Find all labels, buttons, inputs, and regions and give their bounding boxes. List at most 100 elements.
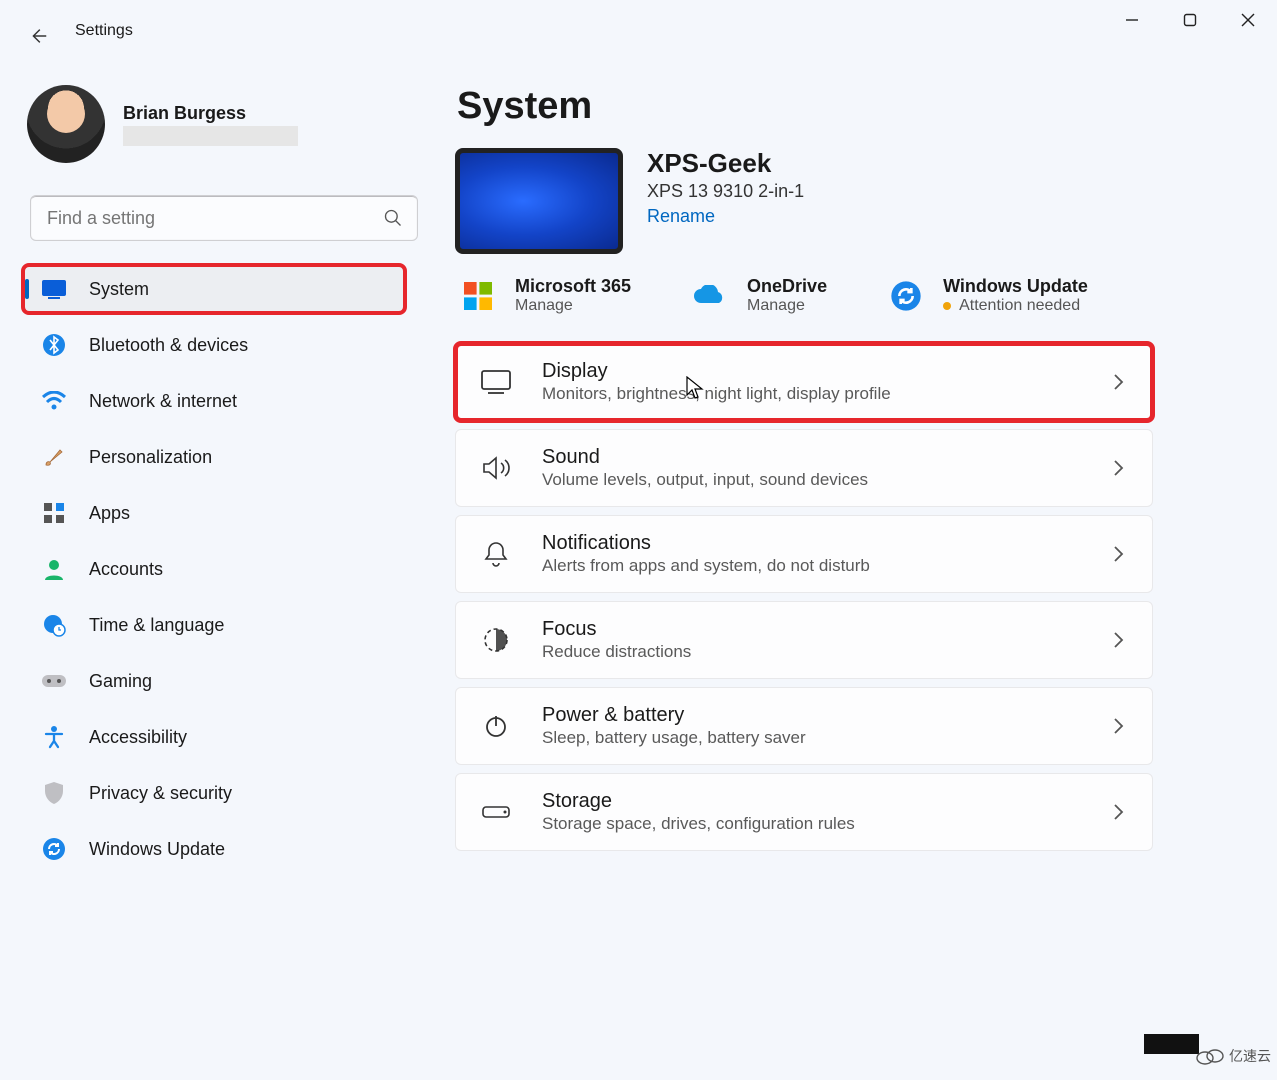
watermark: 亿速云	[1121, 1038, 1271, 1074]
quick-sub: Manage	[747, 297, 827, 315]
rename-link[interactable]: Rename	[647, 206, 715, 227]
accessibility-icon	[41, 724, 67, 750]
card-title: Storage	[542, 790, 1084, 813]
card-sub: Monitors, brightness, night light, displ…	[542, 384, 1084, 404]
update-icon	[41, 836, 67, 862]
quick-links: Microsoft 365Manage OneDriveManage Windo…	[459, 276, 1257, 315]
quick-update[interactable]: Windows UpdateAttention needed	[887, 276, 1088, 315]
sidebar-item-label: Bluetooth & devices	[89, 335, 248, 356]
system-icon	[41, 276, 67, 302]
sidebar-item-network[interactable]: Network & internet	[23, 377, 405, 425]
app-title: Settings	[75, 22, 133, 40]
card-storage[interactable]: StorageStorage space, drives, configurat…	[455, 773, 1153, 851]
quick-m365[interactable]: Microsoft 365Manage	[459, 276, 631, 315]
m365-icon	[459, 277, 497, 315]
display-icon	[478, 364, 514, 400]
card-notifications[interactable]: NotificationsAlerts from apps and system…	[455, 515, 1153, 593]
chevron-right-icon	[1112, 545, 1130, 563]
sidebar-item-privacy[interactable]: Privacy & security	[23, 769, 405, 817]
card-sub: Reduce distractions	[542, 642, 1084, 662]
card-title: Display	[542, 360, 1084, 383]
chevron-right-icon	[1112, 373, 1130, 391]
search-icon	[383, 208, 403, 228]
globe-clock-icon	[41, 612, 67, 638]
sidebar-item-update[interactable]: Windows Update	[23, 825, 405, 873]
main-content: System XPS-Geek XPS 13 9310 2-in-1 Renam…	[455, 85, 1257, 1080]
window-controls	[1103, 0, 1277, 40]
search-input[interactable]	[45, 207, 383, 230]
chevron-right-icon	[1112, 717, 1130, 735]
sidebar-item-time[interactable]: Time & language	[23, 601, 405, 649]
back-button[interactable]	[20, 18, 56, 54]
wifi-icon	[41, 388, 67, 414]
user-name: Brian Burgess	[123, 103, 298, 124]
quick-sub: Manage	[515, 297, 631, 315]
user-email-redacted	[123, 126, 298, 146]
chevron-right-icon	[1112, 459, 1130, 477]
sidebar-item-bluetooth[interactable]: Bluetooth & devices	[23, 321, 405, 369]
quick-title: OneDrive	[747, 276, 827, 297]
sidebar-item-system[interactable]: System	[23, 265, 405, 313]
card-title: Focus	[542, 618, 1084, 641]
device-thumbnail	[455, 148, 623, 254]
sound-icon	[478, 450, 514, 486]
shield-icon	[41, 780, 67, 806]
sidebar-item-label: Accessibility	[89, 727, 187, 748]
close-button[interactable]	[1219, 0, 1277, 40]
sidebar-item-label: Network & internet	[89, 391, 237, 412]
maximize-button[interactable]	[1161, 0, 1219, 40]
device-summary: XPS-Geek XPS 13 9310 2-in-1 Rename	[455, 148, 1257, 254]
nav-list: System Bluetooth & devices Network & int…	[23, 265, 425, 873]
sidebar-item-gaming[interactable]: Gaming	[23, 657, 405, 705]
quick-sub: Attention needed	[943, 297, 1088, 315]
quick-onedrive[interactable]: OneDriveManage	[691, 276, 827, 315]
quick-title: Microsoft 365	[515, 276, 631, 297]
sidebar-item-label: Privacy & security	[89, 783, 232, 804]
person-icon	[41, 556, 67, 582]
device-model: XPS 13 9310 2-in-1	[647, 181, 804, 202]
avatar	[27, 85, 105, 163]
chevron-right-icon	[1112, 803, 1130, 821]
search-box[interactable]	[30, 195, 418, 241]
sidebar-item-label: System	[89, 279, 149, 300]
page-title: System	[457, 85, 1257, 128]
card-sub: Alerts from apps and system, do not dist…	[542, 556, 1084, 576]
power-icon	[478, 708, 514, 744]
sidebar-item-apps[interactable]: Apps	[23, 489, 405, 537]
storage-icon	[478, 794, 514, 830]
card-title: Power & battery	[542, 704, 1084, 727]
card-power[interactable]: Power & batterySleep, battery usage, bat…	[455, 687, 1153, 765]
sidebar: Brian Burgess System Bluetooth & devices…	[0, 80, 425, 873]
paintbrush-icon	[41, 444, 67, 470]
watermark-text: 亿速云	[1229, 1046, 1271, 1066]
card-title: Sound	[542, 446, 1084, 469]
focus-icon	[478, 622, 514, 658]
apps-icon	[41, 500, 67, 526]
sidebar-item-label: Windows Update	[89, 839, 225, 860]
card-sub: Storage space, drives, configuration rul…	[542, 814, 1084, 834]
user-profile[interactable]: Brian Burgess	[5, 80, 425, 173]
sidebar-item-label: Apps	[89, 503, 130, 524]
bell-icon	[478, 536, 514, 572]
sidebar-item-personalization[interactable]: Personalization	[23, 433, 405, 481]
card-sound[interactable]: SoundVolume levels, output, input, sound…	[455, 429, 1153, 507]
sidebar-item-accounts[interactable]: Accounts	[23, 545, 405, 593]
card-sub: Sleep, battery usage, battery saver	[542, 728, 1084, 748]
chevron-right-icon	[1112, 631, 1130, 649]
minimize-button[interactable]	[1103, 0, 1161, 40]
card-display[interactable]: DisplayMonitors, brightness, night light…	[455, 343, 1153, 421]
device-name: XPS-Geek	[647, 148, 804, 179]
sidebar-item-accessibility[interactable]: Accessibility	[23, 713, 405, 761]
sidebar-item-label: Gaming	[89, 671, 152, 692]
update-icon	[887, 277, 925, 315]
sidebar-item-label: Time & language	[89, 615, 224, 636]
onedrive-icon	[691, 277, 729, 315]
card-sub: Volume levels, output, input, sound devi…	[542, 470, 1084, 490]
gamepad-icon	[41, 668, 67, 694]
card-focus[interactable]: FocusReduce distractions	[455, 601, 1153, 679]
card-title: Notifications	[542, 532, 1084, 555]
sidebar-item-label: Accounts	[89, 559, 163, 580]
sidebar-item-label: Personalization	[89, 447, 212, 468]
quick-title: Windows Update	[943, 276, 1088, 297]
settings-cards: DisplayMonitors, brightness, night light…	[455, 343, 1153, 851]
